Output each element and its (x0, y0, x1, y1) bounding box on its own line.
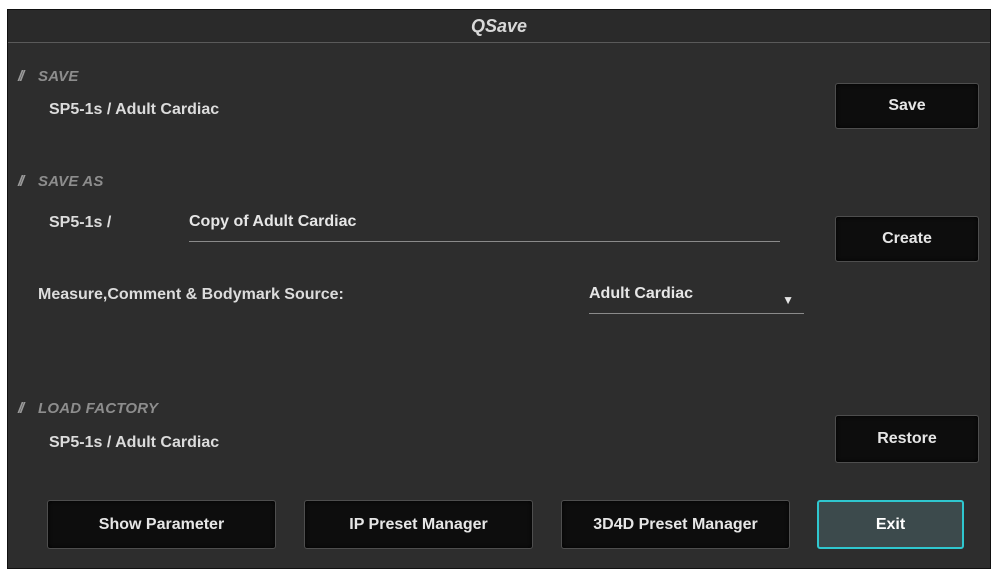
ip-preset-manager-button[interactable]: IP Preset Manager (304, 500, 533, 549)
preset-name-value: Copy of Adult Cardiac (189, 213, 357, 230)
preset-name-input[interactable]: Copy of Adult Cardiac (189, 213, 780, 242)
save-as-section-heading: // SAVE AS (18, 173, 104, 190)
load-factory-heading-label: LOAD FACTORY (38, 400, 159, 417)
source-label: Measure,Comment & Bodymark Source: (38, 286, 344, 303)
qsave-dialog: QSave // SAVE SP5-1s / Adult Cardiac Save… (7, 9, 991, 569)
dialog-title: QSave (8, 10, 990, 43)
load-factory-section-heading: // LOAD FACTORY (18, 400, 158, 417)
save-section-heading: // SAVE (18, 68, 79, 85)
restore-button[interactable]: Restore (835, 415, 979, 463)
section-marker-icon: // (18, 68, 24, 85)
save-as-probe-prefix: SP5-1s / (49, 214, 112, 231)
section-marker-icon: // (18, 173, 24, 190)
save-preset-path: SP5-1s / Adult Cardiac (49, 101, 220, 118)
save-button[interactable]: Save (835, 83, 979, 129)
3d4d-preset-manager-button[interactable]: 3D4D Preset Manager (561, 500, 790, 549)
save-heading-label: SAVE (38, 68, 79, 85)
show-parameter-button[interactable]: Show Parameter (47, 500, 276, 549)
load-factory-preset-path: SP5-1s / Adult Cardiac (49, 434, 220, 451)
create-button[interactable]: Create (835, 216, 979, 262)
save-as-heading-label: SAVE AS (38, 173, 104, 190)
triangle-down-icon: ▼ (782, 293, 794, 307)
section-marker-icon: // (18, 400, 24, 417)
source-dropdown[interactable]: Adult Cardiac ▼ (589, 285, 804, 314)
exit-button[interactable]: Exit (817, 500, 964, 549)
source-dropdown-value: Adult Cardiac (589, 285, 694, 302)
